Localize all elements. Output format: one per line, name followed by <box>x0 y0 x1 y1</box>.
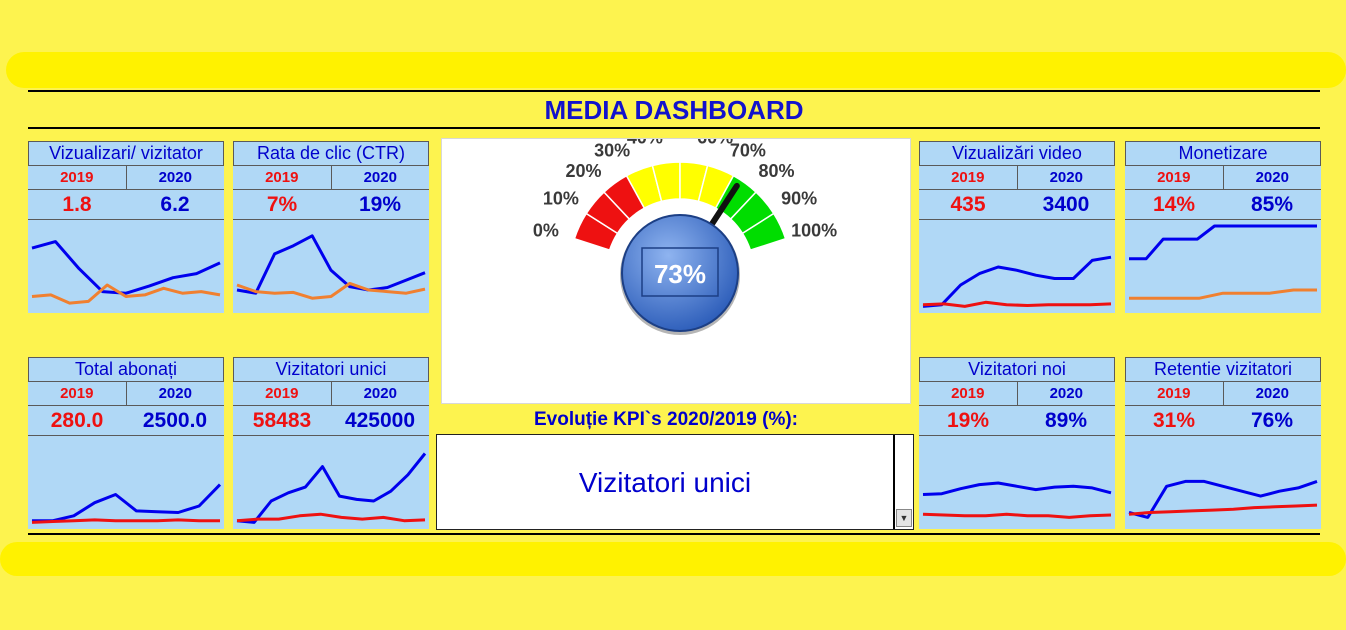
trend-sparkline <box>1128 479 1318 519</box>
year-2020-label: 2020 <box>363 169 397 186</box>
value-2020: 3400 <box>1042 193 1090 216</box>
evolution-label: Evoluție KPI`s 2020/2019 (%): <box>534 409 798 430</box>
gauge-tick-label: 0% <box>533 220 559 240</box>
value-2020: 6.2 <box>160 193 190 216</box>
trend-sparkline <box>236 234 426 300</box>
kpi-card-vizualizari-video: Vizualizări video 2019 2020 435 3400 <box>919 141 1115 313</box>
trend-sparkline <box>1129 224 1317 300</box>
gauge-tick-label: 80% <box>758 161 794 181</box>
card-title: Total abonați <box>28 357 224 382</box>
value-2019: 435 <box>950 193 986 216</box>
kpi-gauge: 0% 10% 20%30%40%50%60%70%80% 90% 100% 73% <box>533 123 837 335</box>
gauge-tick-label: 20% <box>565 161 601 181</box>
trend-sparkline <box>236 452 427 524</box>
kpi-card-vizualizari-vizitator: Vizualizari/ vizitator 2019 2020 1.8 6.2 <box>28 141 224 313</box>
year-2019-label: 2019 <box>919 382 1018 405</box>
value-2020: 2500.0 <box>142 409 208 432</box>
gauge-tick-label: 90% <box>781 188 817 208</box>
series-line-blue <box>922 255 1112 308</box>
gauge-tick-label: 30% <box>594 140 630 160</box>
year-2020-label: 2020 <box>158 169 192 186</box>
kpi-card-total-abonati: Total abonați 2019 2020 280.0 2500.0 <box>28 357 224 529</box>
series-line-red <box>236 512 426 523</box>
value-2019: 31% <box>1152 409 1196 432</box>
year-2019-label: 2019 <box>1125 382 1224 405</box>
gauge-tick-label: 100% <box>791 220 837 240</box>
year-2019-label: 2019 <box>233 382 332 405</box>
value-2019: 58483 <box>252 409 312 432</box>
value-2019: 19% <box>946 409 990 432</box>
year-2019-label: 2019 <box>233 166 332 189</box>
series-line-red <box>922 300 1112 308</box>
year-2020-label: 2020 <box>158 385 192 402</box>
dashboard-title: MEDIA DASHBOARD <box>544 95 804 125</box>
selector-divider <box>893 435 895 529</box>
series-line-blue <box>236 234 426 295</box>
series-line-blue <box>32 483 222 523</box>
card-title: Monetizare <box>1125 141 1321 166</box>
kpi-card-retentie-vizitatori: Retentie vizitatori 2019 2020 31% 76% <box>1125 357 1321 529</box>
card-title: Vizualizari/ vizitator <box>28 141 224 166</box>
value-2020: 425000 <box>344 409 416 432</box>
kpi-card-vizitatori-noi: Vizitatori noi 2019 2020 19% 89% <box>919 357 1115 529</box>
kpi-card-rata-de-clic: Rata de clic (CTR) 2019 2020 7% 19% <box>233 141 429 313</box>
year-2020-label: 2020 <box>363 385 397 402</box>
year-2019-label: 2019 <box>919 166 1018 189</box>
top-highlight-band <box>6 52 1346 88</box>
title-top-rule <box>28 90 1320 92</box>
kpi-card-vizitatori-unici: Vizitatori unici 2019 2020 58483 425000 <box>233 357 429 529</box>
value-2019: 7% <box>266 193 298 216</box>
year-2019-label: 2019 <box>1125 166 1224 189</box>
gauge-panel: 0% 10% 20%30%40%50%60%70%80% 90% 100% 73% <box>441 123 911 404</box>
trend-sparkline <box>922 255 1112 308</box>
trend-sparkline <box>922 481 1112 519</box>
value-2019: 14% <box>1152 193 1196 216</box>
value-2020: 85% <box>1250 193 1294 216</box>
gauge-value-label: 73% <box>654 259 706 289</box>
gauge-tick-label: 10% <box>543 188 579 208</box>
gauge-tick-label: 50% <box>662 139 698 143</box>
series-line-blue <box>1129 224 1317 261</box>
series-line-red <box>1128 503 1318 516</box>
bottom-highlight-band <box>0 542 1346 576</box>
gauge-tick-label: 40% <box>627 139 663 147</box>
card-title: Retentie vizitatori <box>1125 357 1321 382</box>
value-2019: 1.8 <box>62 193 92 216</box>
kpi-card-monetizare: Monetizare 2019 2020 14% 85% <box>1125 141 1321 313</box>
series-line-blue <box>31 240 221 295</box>
card-title: Vizualizări video <box>919 141 1115 166</box>
kpi-selector-value[interactable]: Vizitatori unici <box>437 435 893 531</box>
value-2020: 89% <box>1044 409 1088 432</box>
value-2020: 19% <box>358 193 402 216</box>
year-2019-label: 2019 <box>28 382 127 405</box>
series-line-orange <box>1129 288 1317 300</box>
series-line-blue <box>922 481 1112 496</box>
dropdown-arrow-icon[interactable]: ▼ <box>896 509 912 527</box>
series-line-red <box>922 512 1112 519</box>
year-2020-label: 2020 <box>1049 169 1083 186</box>
card-title: Rata de clic (CTR) <box>233 141 429 166</box>
year-2020-label: 2020 <box>1255 169 1289 186</box>
gauge-tick-label: 70% <box>730 140 766 160</box>
gauge-tick-label: 60% <box>697 139 733 147</box>
value-2020: 76% <box>1250 409 1294 432</box>
series-line-blue <box>236 452 427 524</box>
year-2020-label: 2020 <box>1255 385 1289 402</box>
kpi-selector[interactable]: Vizitatori unici ▼ <box>436 434 914 530</box>
trend-sparkline <box>31 483 222 524</box>
footer-rule <box>28 533 1320 535</box>
year-2019-label: 2019 <box>28 166 127 189</box>
series-line-orange <box>236 281 426 300</box>
value-2019: 280.0 <box>50 409 104 432</box>
year-2020-label: 2020 <box>1049 385 1083 402</box>
series-line-red <box>31 518 220 524</box>
title-bottom-rule <box>28 127 1320 129</box>
trend-sparkline <box>31 240 221 305</box>
card-title: Vizitatori unici <box>233 357 429 382</box>
card-title: Vizitatori noi <box>919 357 1115 382</box>
